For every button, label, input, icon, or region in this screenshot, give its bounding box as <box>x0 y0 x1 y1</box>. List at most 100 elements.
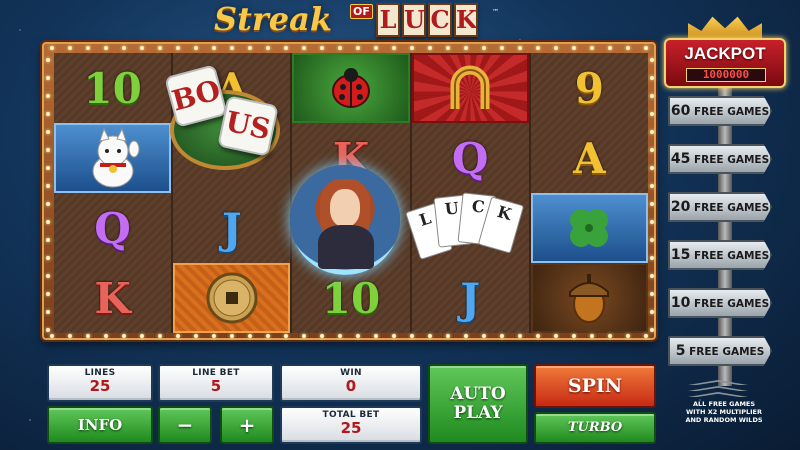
jackpot-board: JACKPOT 1000000 <box>660 14 790 88</box>
acorn-icon <box>530 263 649 333</box>
symbol-j: J <box>460 273 481 323</box>
trademark-symbol: ™ <box>492 8 499 16</box>
frame-bulb <box>68 334 72 338</box>
frame-bulb <box>590 334 594 338</box>
clover-icon <box>530 193 649 263</box>
frame-bulb <box>46 58 50 62</box>
frame-bulb <box>650 220 654 224</box>
frame-bulb <box>248 46 252 50</box>
free-games-rung: 10 FREE GAMES <box>668 288 772 318</box>
decrease-bet-button[interactable]: − <box>158 406 212 444</box>
logo-letter: C <box>428 3 452 37</box>
frame-bulb <box>572 334 576 338</box>
symbol-9: 9 <box>574 63 605 113</box>
rung-number: 5 <box>675 343 686 359</box>
frame-bulb <box>284 46 288 50</box>
increase-bet-button[interactable]: + <box>220 406 274 444</box>
frame-bulb <box>46 130 50 134</box>
frame-bulb <box>46 238 50 242</box>
free-games-rung: 5 FREE GAMES <box>668 336 772 366</box>
crown-icon <box>688 16 762 40</box>
rung-number: 45 <box>670 151 691 167</box>
total-bet-value: 25 <box>340 419 362 437</box>
ladybug-icon <box>292 53 410 123</box>
frame-bulb <box>554 46 558 50</box>
jackpot-title: JACKPOT <box>684 44 766 63</box>
frame-bulb <box>392 46 396 50</box>
frame-bulb <box>356 334 360 338</box>
frame-bulb <box>212 334 216 338</box>
frame-bulb <box>104 334 108 338</box>
turbo-button[interactable]: TURBO <box>534 412 656 444</box>
frame-bulb <box>536 46 540 50</box>
lady-face <box>330 189 360 227</box>
frame-bulb <box>650 202 654 206</box>
logo-luck-blocks: L U C K <box>376 3 478 37</box>
bonus-dice-symbol: BO US <box>164 64 290 180</box>
lady-body <box>318 225 374 269</box>
frame-bulb <box>650 76 654 80</box>
symbol-cell: Q <box>54 193 171 263</box>
logo-letter: L <box>376 3 400 37</box>
frame-bulb <box>46 184 50 188</box>
frame-bulb <box>50 46 54 50</box>
frame-bulb <box>428 46 432 50</box>
symbol-cell <box>173 263 291 333</box>
frame-bulb <box>46 310 50 314</box>
luck-cards-symbol: L U C K <box>405 188 530 268</box>
frame-bulb <box>410 334 414 338</box>
frame-bulb <box>650 184 654 188</box>
logo-streak-text: Streak <box>214 0 333 38</box>
symbol-cell <box>530 263 649 333</box>
lines-value: 25 <box>89 377 111 395</box>
frame-bulb <box>650 130 654 134</box>
frame-bulb <box>338 46 342 50</box>
frame-bulb <box>650 238 654 242</box>
symbol-cell: A <box>531 123 648 193</box>
up-arrows-icon <box>688 380 748 398</box>
frame-bulb <box>428 334 432 338</box>
frame-bulb <box>572 46 576 50</box>
frame-bulb <box>500 334 504 338</box>
lines-panel: LINES 25 <box>47 364 153 402</box>
symbol-q: Q <box>94 203 131 253</box>
frame-bulb <box>446 334 450 338</box>
frame-bulb <box>302 334 306 338</box>
frame-bulb <box>446 46 450 50</box>
line-bet-value: 5 <box>210 377 222 395</box>
frame-bulb <box>46 328 50 332</box>
frame-bulb <box>46 220 50 224</box>
frame-bulb <box>46 256 50 260</box>
logo-letter: U <box>402 3 426 37</box>
frame-bulb <box>46 76 50 80</box>
autoplay-label-line2: PLAY <box>453 403 503 423</box>
frame-bulb <box>650 58 654 62</box>
frame-bulb <box>140 46 144 50</box>
info-button[interactable]: INFO <box>47 406 153 444</box>
frame-bulb <box>626 334 630 338</box>
frame-bulb <box>158 334 162 338</box>
frame-bulb <box>644 46 648 50</box>
symbol-a: A <box>573 133 606 183</box>
symbol-cell <box>292 53 410 123</box>
frame-bulb <box>320 334 324 338</box>
free-games-note: ALL FREE GAMES WITH X2 MULTIPLIER AND RA… <box>664 400 784 424</box>
frame-bulb <box>176 46 180 50</box>
frame-bulb <box>46 274 50 278</box>
frame-bulb <box>374 334 378 338</box>
free-games-rung: 20 FREE GAMES <box>668 192 772 222</box>
autoplay-label-line1: AUTO <box>450 384 506 404</box>
frame-bulb <box>482 46 486 50</box>
jackpot-value: 1000000 <box>686 68 766 82</box>
symbol-10: 10 <box>321 273 381 323</box>
autoplay-button[interactable]: AUTO PLAY <box>428 364 528 444</box>
logo-letter: K <box>454 3 478 37</box>
frame-bulb <box>320 46 324 50</box>
frame-bulb <box>50 334 54 338</box>
frame-bulb <box>212 46 216 50</box>
spin-button[interactable]: SPIN <box>534 364 656 408</box>
symbol-cell: 9 <box>531 53 648 123</box>
frame-bulb <box>140 334 144 338</box>
turbo-label: TURBO <box>567 420 623 435</box>
rung-number: 15 <box>670 247 691 263</box>
